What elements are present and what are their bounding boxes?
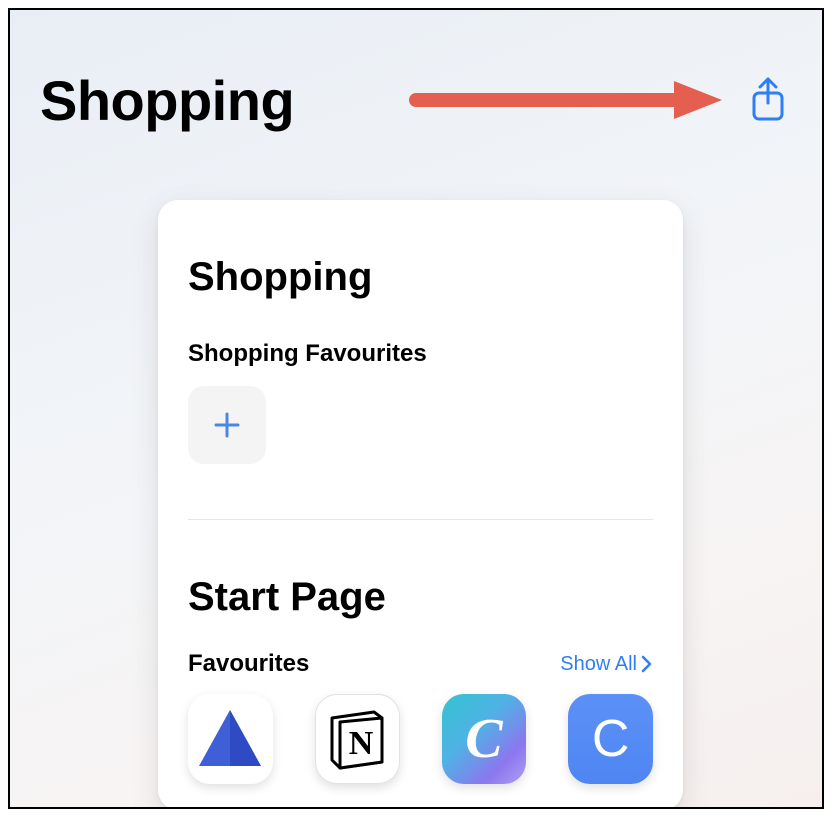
favourite-app-3[interactable]: C	[442, 694, 527, 784]
favourite-app-1[interactable]	[188, 694, 273, 784]
plus-icon	[211, 409, 243, 441]
favourite-app-2[interactable]: N	[315, 694, 400, 784]
callout-arrow-icon	[406, 75, 726, 125]
shopping-favourites-label: Shopping Favourites	[188, 340, 653, 368]
share-area	[406, 75, 792, 125]
favourites-label: Favourites	[188, 650, 309, 678]
notion-icon: N	[324, 706, 390, 772]
letter-c-icon: C	[592, 709, 630, 769]
section-divider	[188, 519, 653, 520]
favourites-app-row: N C C	[188, 694, 653, 784]
chevron-right-icon	[641, 655, 653, 673]
card-title: Shopping	[188, 255, 653, 300]
share-button[interactable]	[744, 76, 792, 124]
add-favourite-button[interactable]	[188, 386, 266, 464]
header-bar: Shopping	[40, 60, 792, 140]
svg-text:N: N	[349, 725, 374, 762]
content-card: Shopping Shopping Favourites Start Page …	[158, 200, 683, 809]
canva-icon: C	[465, 707, 502, 771]
favourites-header-row: Favourites Show All	[188, 650, 653, 678]
favourite-app-4[interactable]: C	[568, 694, 653, 784]
triangle-icon	[195, 704, 265, 774]
page-title: Shopping	[40, 68, 294, 133]
shopping-favourites-row	[188, 386, 653, 464]
window-frame: Shopping Shopping Shopping Favourites	[8, 8, 824, 809]
share-icon	[749, 77, 787, 123]
show-all-button[interactable]: Show All	[560, 653, 653, 676]
show-all-label: Show All	[560, 653, 637, 676]
start-page-title: Start Page	[188, 575, 653, 620]
